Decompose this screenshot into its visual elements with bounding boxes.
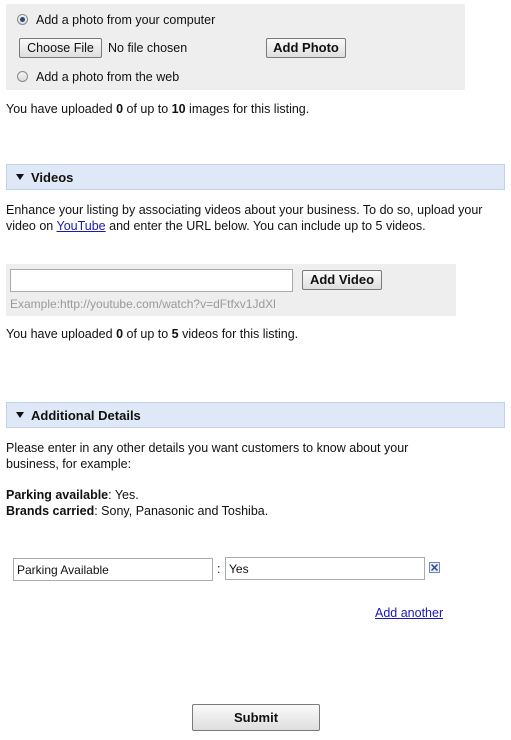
video-upload-status: You have uploaded 0 of up to 5 videos fo… [6, 327, 299, 341]
detail-name-input[interactable] [13, 558, 213, 581]
add-another-link[interactable]: Add another [375, 606, 443, 620]
details-example-parking: Parking available: Yes. [6, 488, 139, 502]
details-example-brands: Brands carried: Sony, Panasonic and Tosh… [6, 504, 269, 518]
collapse-triangle-icon [16, 412, 24, 418]
videos-section-header[interactable]: Videos [6, 164, 505, 190]
submit-button[interactable]: Submit [192, 704, 320, 731]
videos-section-title: Videos [31, 170, 74, 185]
remove-detail-icon[interactable] [429, 562, 440, 573]
add-video-button[interactable]: Add Video [302, 270, 382, 290]
collapse-triangle-icon [16, 174, 24, 180]
radio-photo-from-web-label: Add a photo from the web [36, 70, 180, 84]
video-url-input[interactable] [10, 269, 293, 292]
detail-separator: : [217, 562, 221, 576]
additional-details-section-header[interactable]: Additional Details [6, 402, 505, 428]
file-status-text: No file chosen [108, 41, 188, 55]
radio-photo-from-computer-label: Add a photo from your computer [36, 13, 216, 27]
additional-details-section-title: Additional Details [31, 408, 141, 423]
videos-description: Enhance your listing by associating vide… [6, 203, 483, 233]
radio-photo-from-web[interactable] [17, 71, 28, 82]
radio-photo-from-computer[interactable] [17, 14, 28, 25]
detail-value-input[interactable] [225, 557, 425, 580]
choose-file-button[interactable]: Choose File [19, 38, 102, 58]
details-intro: Please enter in any other details you wa… [6, 441, 409, 471]
add-photo-button[interactable]: Add Photo [266, 38, 346, 58]
video-url-example: Example:http://youtube.com/watch?v=dFtfx… [10, 297, 276, 311]
youtube-link[interactable]: YouTube [57, 219, 106, 233]
photo-upload-status: You have uploaded 0 of up to 10 images f… [6, 102, 310, 116]
